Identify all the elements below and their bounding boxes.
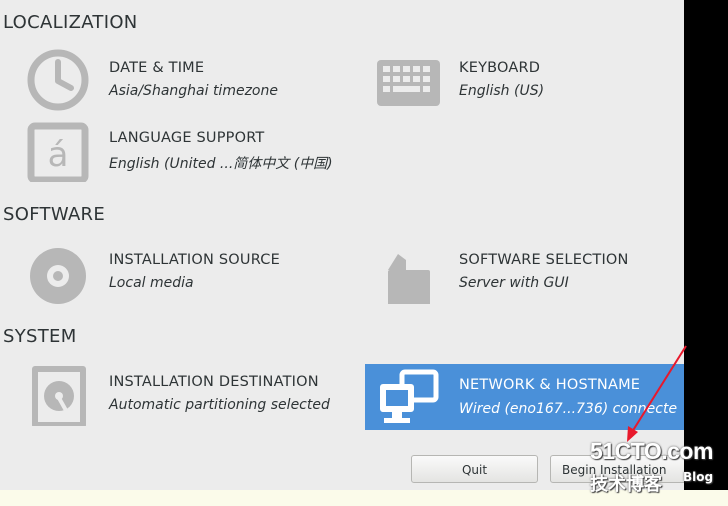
installation-destination-spoke[interactable]: INSTALLATION DESTINATION Automatic parti… xyxy=(26,362,356,426)
network-hostname-title: NETWORK & HOSTNAME xyxy=(459,377,641,393)
installation-source-status: Local media xyxy=(109,275,194,291)
date-time-status: Asia/Shanghai timezone xyxy=(109,83,278,99)
keyboard-spoke[interactable]: KEYBOARD English (US) xyxy=(376,48,676,112)
disc-icon xyxy=(30,248,86,304)
section-localization-title: LOCALIZATION xyxy=(3,12,138,33)
installation-summary-hub: LOCALIZATION DATE & TIME Asia/Shanghai t… xyxy=(0,0,684,490)
installation-destination-status: Automatic partitioning selected xyxy=(109,397,330,413)
installation-source-title: INSTALLATION SOURCE xyxy=(109,252,280,268)
network-icon xyxy=(380,369,439,423)
software-selection-spoke[interactable]: SOFTWARE SELECTION Server with GUI xyxy=(376,240,676,304)
network-hostname-status: Wired (eno167...736) connecte xyxy=(459,401,678,417)
watermark-sub-text: 技术博客 xyxy=(590,474,662,495)
software-selection-title: SOFTWARE SELECTION xyxy=(459,252,629,268)
watermark-main-text: 51CTO.com xyxy=(590,438,713,464)
keyboard-icon xyxy=(377,60,440,106)
installation-destination-title: INSTALLATION DESTINATION xyxy=(109,374,319,390)
language-support-status: English (United ...简体中文 (中国) xyxy=(109,156,333,172)
section-software-title: SOFTWARE xyxy=(3,204,106,225)
network-hostname-spoke[interactable]: NETWORK & HOSTNAME Wired (eno167...736) … xyxy=(365,364,684,430)
keyboard-status: English (US) xyxy=(459,83,545,99)
svg-text:á: á xyxy=(48,135,69,175)
harddisk-icon xyxy=(32,366,86,426)
language-support-spoke[interactable]: á LANGUAGE SUPPORT English (United ...简体… xyxy=(26,118,356,182)
clock-icon xyxy=(27,49,89,111)
date-time-spoke[interactable]: DATE & TIME Asia/Shanghai timezone xyxy=(26,48,326,112)
language-support-title: LANGUAGE SUPPORT xyxy=(109,130,265,146)
quit-button[interactable]: Quit xyxy=(411,455,538,483)
watermark-logo: 51CTO.com 技术博客 Blog xyxy=(588,438,720,496)
language-icon: á xyxy=(27,122,89,182)
software-selection-status: Server with GUI xyxy=(459,275,569,291)
installation-source-spoke[interactable]: INSTALLATION SOURCE Local media xyxy=(26,240,326,304)
package-icon xyxy=(388,254,430,304)
section-system-title: SYSTEM xyxy=(3,326,77,347)
date-time-title: DATE & TIME xyxy=(109,60,205,76)
watermark-blog-text: Blog xyxy=(683,470,714,484)
screen-edge xyxy=(684,0,728,490)
keyboard-title: KEYBOARD xyxy=(459,60,541,76)
